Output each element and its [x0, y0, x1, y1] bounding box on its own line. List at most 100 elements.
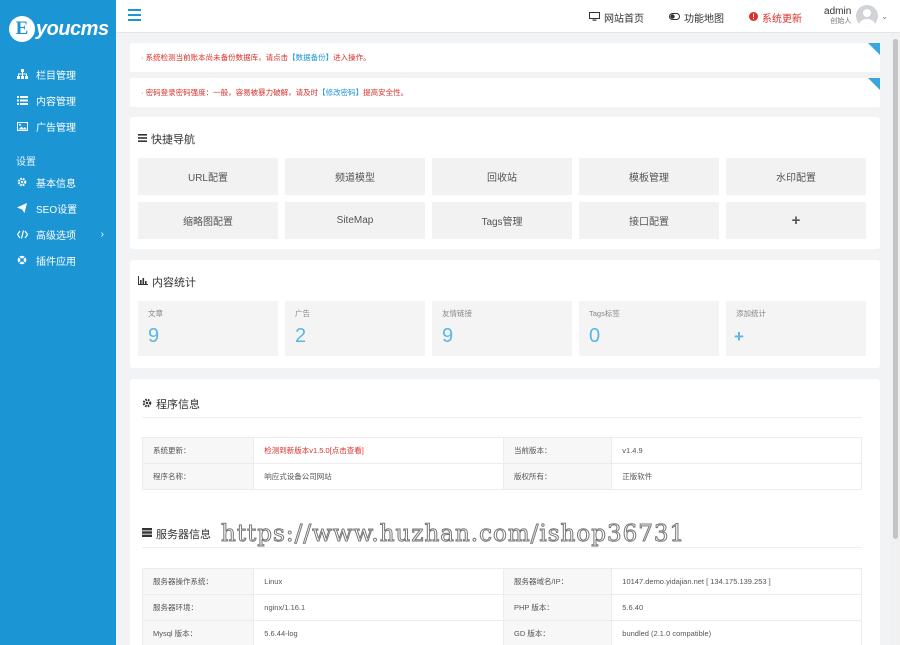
- server-icon: [142, 528, 152, 540]
- stat-card-links[interactable]: 友情链接 9: [432, 301, 572, 356]
- quick-nav-title-text: 快捷导航: [151, 134, 195, 146]
- info-key: 服务器环境：: [141, 594, 255, 621]
- sidebar-item-column-manage[interactable]: 栏目管理: [0, 61, 116, 87]
- alert-backup: · 系统检测当前账本尚未备份数据库，请点击 【数据备份】 进入操作。: [130, 43, 880, 72]
- close-corner-icon[interactable]: [868, 43, 880, 55]
- info-key: GD 版本：: [502, 620, 613, 645]
- table-row: 系统更新： 检测到新版本v1.5.0[点击查看] 当前版本： v1.4.9: [141, 437, 862, 464]
- divider: [142, 547, 862, 548]
- scrollbar[interactable]: [891, 33, 900, 645]
- sidebar-item-content-manage[interactable]: 内容管理: [0, 87, 116, 113]
- info-key: 当前版本：: [502, 437, 613, 464]
- sidebar-item-label: 基本信息: [36, 178, 76, 190]
- alert-password: · 密码登录密码强度：一般，容易被暴力破解，请及时 【修改密码】 提高安全性。: [130, 78, 880, 107]
- info-value: nginx/1.16.1: [253, 594, 504, 621]
- add-stat-icon[interactable]: +: [734, 327, 744, 347]
- stat-label: Tags标签: [589, 309, 620, 318]
- site-home-link[interactable]: 网站首页: [589, 10, 644, 25]
- info-icon: [749, 11, 758, 24]
- quick-add-button[interactable]: +: [726, 202, 866, 239]
- sidebar-item-label: SEO设置: [36, 204, 78, 216]
- info-key: 版权所有：: [502, 463, 613, 490]
- info-value: 响应式设备公司网站: [253, 463, 504, 490]
- chevron-down-icon: ⌄: [881, 11, 888, 21]
- system-update-link[interactable]: 系统更新: [749, 10, 802, 25]
- user-menu[interactable]: admin 创始人 ⌄: [824, 5, 888, 27]
- stat-label: 友情链接: [442, 309, 472, 318]
- alert-text: 进入操作。: [333, 53, 371, 62]
- stat-card-articles[interactable]: 文章 9: [138, 301, 278, 356]
- quick-thumbnail-button[interactable]: 缩略图配置: [138, 202, 278, 239]
- sidebar-item-label: 内容管理: [36, 96, 76, 108]
- function-map-link[interactable]: 功能地图: [669, 10, 724, 25]
- logo-badge: E: [9, 16, 35, 42]
- info-key: 系统更新：: [141, 437, 255, 464]
- stat-value: 2: [295, 325, 307, 347]
- table-row: 服务器操作系统： Linux 服务器域名/IP： 10147.demo.yida…: [141, 568, 862, 595]
- code-icon: [16, 228, 28, 240]
- table-row: 服务器环境： nginx/1.16.1 PHP 版本： 5.6.40: [141, 594, 862, 621]
- quick-sitemap-button[interactable]: SiteMap: [285, 202, 425, 239]
- quick-api-config-button[interactable]: 接口配置: [579, 202, 719, 239]
- avatar: [856, 5, 879, 27]
- sidebar-item-label: 高级选项: [36, 230, 76, 242]
- quick-url-config-button[interactable]: URL配置: [138, 158, 278, 195]
- quick-watermark-button[interactable]: 水印配置: [726, 158, 866, 195]
- info-value: 正版软件: [611, 463, 862, 490]
- main-content: · 系统检测当前账本尚未备份数据库，请点击 【数据备份】 进入操作。 · 密码登…: [116, 33, 900, 645]
- user-name: admin: [824, 6, 852, 17]
- sidebar-item-advanced[interactable]: 高级选项 ›: [0, 221, 116, 247]
- logo[interactable]: E youcms: [0, 0, 116, 58]
- monitor-icon: [589, 11, 600, 24]
- info-value: Linux: [253, 568, 504, 595]
- toggle-icon: [669, 12, 680, 23]
- quick-channel-model-button[interactable]: 频道模型: [285, 158, 425, 195]
- user-role: 创始人: [830, 18, 852, 25]
- alert-text: · 密码登录密码强度：一般，容易被暴力破解，请及时: [141, 88, 319, 97]
- stats-title: 内容统计: [138, 274, 196, 290]
- sidebar-heading-settings: 设置: [16, 157, 36, 168]
- menu-toggle-icon[interactable]: [128, 9, 141, 21]
- life-ring-icon: [16, 254, 28, 266]
- chevron-right-icon: ›: [100, 228, 104, 240]
- scrollbar-thumb[interactable]: [893, 39, 898, 539]
- sidebar-nav: 栏目管理 内容管理 广告管理: [0, 61, 116, 139]
- sidebar-item-plugins[interactable]: 插件应用: [0, 247, 116, 273]
- quick-nav-title: 快捷导航: [138, 131, 195, 147]
- stat-value: 9: [148, 325, 160, 347]
- new-version-link[interactable]: 检测到新版本v1.5.0[点击查看]: [264, 446, 364, 455]
- info-key: 服务器操作系统：: [141, 568, 255, 595]
- backup-link[interactable]: 【数据备份】: [288, 52, 333, 63]
- site-home-label: 网站首页: [604, 14, 644, 25]
- stat-card-ads[interactable]: 广告 2: [285, 301, 425, 356]
- program-info-title: 程序信息: [142, 396, 200, 412]
- info-value: 5.6.44-log: [253, 620, 504, 645]
- stat-card-add[interactable]: 添加统计 +: [726, 301, 866, 356]
- function-map-label: 功能地图: [684, 14, 724, 25]
- image-icon: [16, 120, 28, 132]
- change-password-link[interactable]: 【修改密码】: [318, 87, 363, 98]
- list-icon: [16, 94, 28, 106]
- stats-panel: 内容统计 文章 9 广告 2 友情链接 9 Tags标签 0 添加统计 +: [130, 260, 880, 368]
- system-update-label: 系统更新: [762, 14, 802, 25]
- sidebar-item-seo[interactable]: SEO设置: [0, 195, 116, 221]
- info-value: 10147.demo.yidajian.net [ 134.175.139.25…: [611, 568, 862, 595]
- quick-template-manage-button[interactable]: 模板管理: [579, 158, 719, 195]
- stat-card-tags[interactable]: Tags标签 0: [579, 301, 719, 356]
- close-corner-icon[interactable]: [868, 78, 880, 90]
- info-key: 程序名称：: [141, 463, 255, 490]
- table-row: 程序名称： 响应式设备公司网站 版权所有： 正版软件: [141, 463, 862, 490]
- sidebar-item-ad-manage[interactable]: 广告管理: [0, 113, 116, 139]
- quick-tags-button[interactable]: Tags管理: [432, 202, 572, 239]
- info-key: Mysql 版本：: [141, 620, 255, 645]
- stat-value: 9: [442, 325, 454, 347]
- sidebar-item-label: 广告管理: [36, 122, 76, 134]
- sidebar-item-basic-info[interactable]: 基本信息: [0, 169, 116, 195]
- list-icon: [138, 133, 147, 145]
- divider: [142, 417, 862, 418]
- quick-recycle-bin-button[interactable]: 回收站: [432, 158, 572, 195]
- program-info-table: 系统更新： 检测到新版本v1.5.0[点击查看] 当前版本： v1.4.9 程序…: [141, 437, 862, 490]
- info-value: v1.4.9: [611, 437, 862, 464]
- quick-nav-panel: 快捷导航 URL配置 频道模型 回收站 模板管理 水印配置 缩略图配置 Site…: [130, 117, 880, 249]
- table-row: Mysql 版本： 5.6.44-log GD 版本： bundled (2.1…: [141, 620, 862, 645]
